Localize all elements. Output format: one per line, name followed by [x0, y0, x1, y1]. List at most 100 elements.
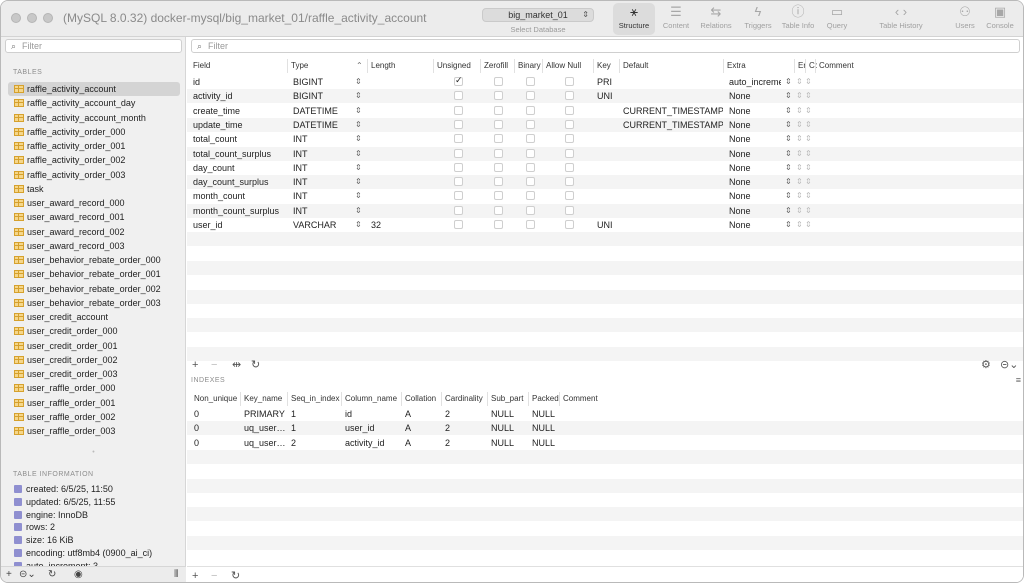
indexes-column-header[interactable]: Key_name	[244, 392, 288, 406]
binary-checkbox[interactable]	[526, 205, 535, 215]
zerofill-checkbox[interactable]	[494, 119, 503, 129]
allow-null-checkbox[interactable]	[565, 191, 574, 201]
chevron-updown-icon[interactable]: ⇕	[355, 75, 362, 89]
unsigned-checkbox[interactable]	[454, 177, 463, 187]
sidebar-table-item[interactable]: raffle_activity_order_003	[8, 168, 180, 182]
fields-column-header[interactable]: Allow Null	[546, 59, 594, 73]
sidebar-table-item[interactable]: user_credit_order_000	[8, 324, 180, 338]
binary-checkbox[interactable]	[526, 148, 535, 158]
unsigned-checkbox[interactable]	[454, 220, 463, 229]
field-row[interactable]: day_count INT ⇕ None ⇕ ⇕ ⇕	[187, 161, 1023, 175]
unsigned-checkbox[interactable]	[454, 205, 463, 215]
field-name[interactable]: create_time	[193, 104, 287, 118]
indexes-column-header[interactable]: Seq_in_index	[291, 392, 343, 406]
field-default[interactable]	[623, 89, 723, 103]
field-name[interactable]: id	[193, 75, 287, 89]
sidebar-filter-input[interactable]: ⌕ Filter	[5, 39, 182, 53]
field-length[interactable]	[371, 189, 433, 203]
sidebar-table-item[interactable]: user_raffle_order_003	[8, 424, 180, 438]
indexes-column-header[interactable]: Comment	[563, 392, 623, 406]
encoding-select-icon[interactable]: ⇕	[796, 218, 803, 232]
index-row[interactable]: 0 uq_user_id 1 user_id A 2 NULL NULL	[187, 421, 1023, 436]
fields-filter-input[interactable]: ⌕ Filter	[191, 39, 1020, 53]
unsigned-checkbox[interactable]	[454, 75, 463, 86]
fields-column-header[interactable]: Binary	[518, 59, 544, 73]
sidebar-table-item[interactable]: user_award_record_001	[8, 210, 180, 224]
field-extra[interactable]: None	[729, 104, 781, 118]
sort-arrows-icon[interactable]: ⌃	[356, 59, 363, 73]
database-select[interactable]: big_market_01 ⇕	[482, 8, 594, 22]
refresh-icon[interactable]: ↻	[251, 358, 260, 372]
field-row[interactable]: create_time DATETIME ⇕ CURRENT_TIMESTAMP Non…	[187, 104, 1023, 118]
encoding-select-icon[interactable]: ⇕	[796, 132, 803, 146]
field-name[interactable]: total_count_surplus	[193, 147, 287, 161]
collation-select-icon[interactable]: ⇕	[805, 147, 812, 161]
sidebar-table-item[interactable]: user_credit_order_001	[8, 339, 180, 353]
toolbar-button-console[interactable]: ▣ Console	[984, 3, 1016, 35]
allow-null-checkbox[interactable]	[565, 177, 574, 187]
sidebar-table-item[interactable]: user_credit_order_002	[8, 353, 180, 367]
indexes-menu-icon[interactable]: ≡	[1016, 375, 1021, 385]
collation-select-icon[interactable]: ⇕	[805, 104, 812, 118]
field-extra[interactable]: auto_increment	[729, 75, 781, 89]
field-default[interactable]	[623, 175, 723, 189]
fields-column-header[interactable]: Key	[597, 59, 621, 73]
field-row[interactable]: total_count INT ⇕ None ⇕ ⇕ ⇕	[187, 132, 1023, 146]
field-name[interactable]: update_time	[193, 118, 287, 132]
sidebar-table-item[interactable]: user_raffle_order_000	[8, 381, 180, 395]
binary-checkbox[interactable]	[526, 134, 535, 144]
indexes-column-header[interactable]: Non_unique	[194, 392, 242, 406]
sidebar-table-item[interactable]: user_raffle_order_001	[8, 396, 180, 410]
binary-checkbox[interactable]	[526, 119, 535, 129]
zerofill-checkbox[interactable]	[494, 205, 503, 215]
chevron-updown-icon[interactable]: ⇕	[785, 218, 792, 232]
indexes-column-header[interactable]: Packed	[532, 392, 560, 406]
chevron-updown-icon[interactable]: ⇕	[785, 204, 792, 218]
chevron-updown-icon[interactable]: ⇕	[785, 118, 792, 132]
more-options-icon[interactable]: ⊝⌄	[1000, 358, 1018, 372]
sidebar-table-item[interactable]: user_behavior_rebate_order_002	[8, 282, 180, 296]
sidebar-table-item[interactable]: raffle_activity_account_month	[8, 111, 180, 125]
collation-select-icon[interactable]: ⇕	[805, 218, 812, 232]
unsigned-checkbox[interactable]	[454, 134, 463, 144]
field-length[interactable]	[371, 118, 433, 132]
zerofill-checkbox[interactable]	[494, 162, 503, 172]
field-length[interactable]	[371, 175, 433, 189]
field-length[interactable]	[371, 147, 433, 161]
sidebar-table-item[interactable]: user_award_record_000	[8, 196, 180, 210]
chevron-updown-icon[interactable]: ⇕	[355, 104, 362, 118]
sidebar-table-item[interactable]: task	[8, 182, 180, 196]
encoding-select-icon[interactable]: ⇕	[796, 89, 803, 103]
toolbar-button-table-info[interactable]: ⓘ Table Info	[779, 3, 817, 35]
fields-column-header[interactable]: Length	[371, 59, 433, 73]
sidebar-table-item[interactable]: user_credit_order_003	[8, 367, 180, 381]
binary-checkbox[interactable]	[526, 91, 535, 101]
field-default[interactable]	[623, 147, 723, 161]
field-type[interactable]: INT	[293, 204, 353, 218]
zerofill-checkbox[interactable]	[494, 220, 503, 229]
index-row[interactable]: 0 uq_user_id 2 activity_id A 2 NULL NULL	[187, 436, 1023, 450]
sidebar-table-item[interactable]: raffle_activity_order_002	[8, 153, 180, 167]
sidebar-table-item[interactable]: user_credit_account	[8, 310, 180, 324]
field-default[interactable]	[623, 161, 723, 175]
field-type[interactable]: INT	[293, 132, 353, 146]
allow-null-checkbox[interactable]	[565, 77, 574, 86]
table-actions-menu-icon[interactable]: ⊝⌄	[19, 569, 36, 580]
indexes-column-header[interactable]: Sub_part	[491, 392, 529, 406]
toolbar-button-relations[interactable]: ⇆ Relations	[698, 3, 734, 35]
add-table-button[interactable]: +	[6, 569, 12, 580]
chevron-updown-icon[interactable]: ⇕	[355, 132, 362, 146]
allow-null-checkbox[interactable]	[565, 220, 574, 229]
indexes-column-header[interactable]: Collation	[405, 392, 443, 406]
field-default[interactable]	[623, 189, 723, 203]
field-type[interactable]: INT	[293, 189, 353, 203]
field-type[interactable]: DATETIME	[293, 118, 353, 132]
field-length[interactable]	[371, 132, 433, 146]
field-extra[interactable]: None	[729, 161, 781, 175]
field-extra[interactable]: None	[729, 189, 781, 203]
encoding-select-icon[interactable]: ⇕	[796, 118, 803, 132]
unsigned-checkbox[interactable]	[454, 119, 463, 129]
collation-select-icon[interactable]: ⇕	[805, 132, 812, 146]
field-type[interactable]: DATETIME	[293, 104, 353, 118]
unsigned-checkbox[interactable]	[454, 91, 463, 101]
